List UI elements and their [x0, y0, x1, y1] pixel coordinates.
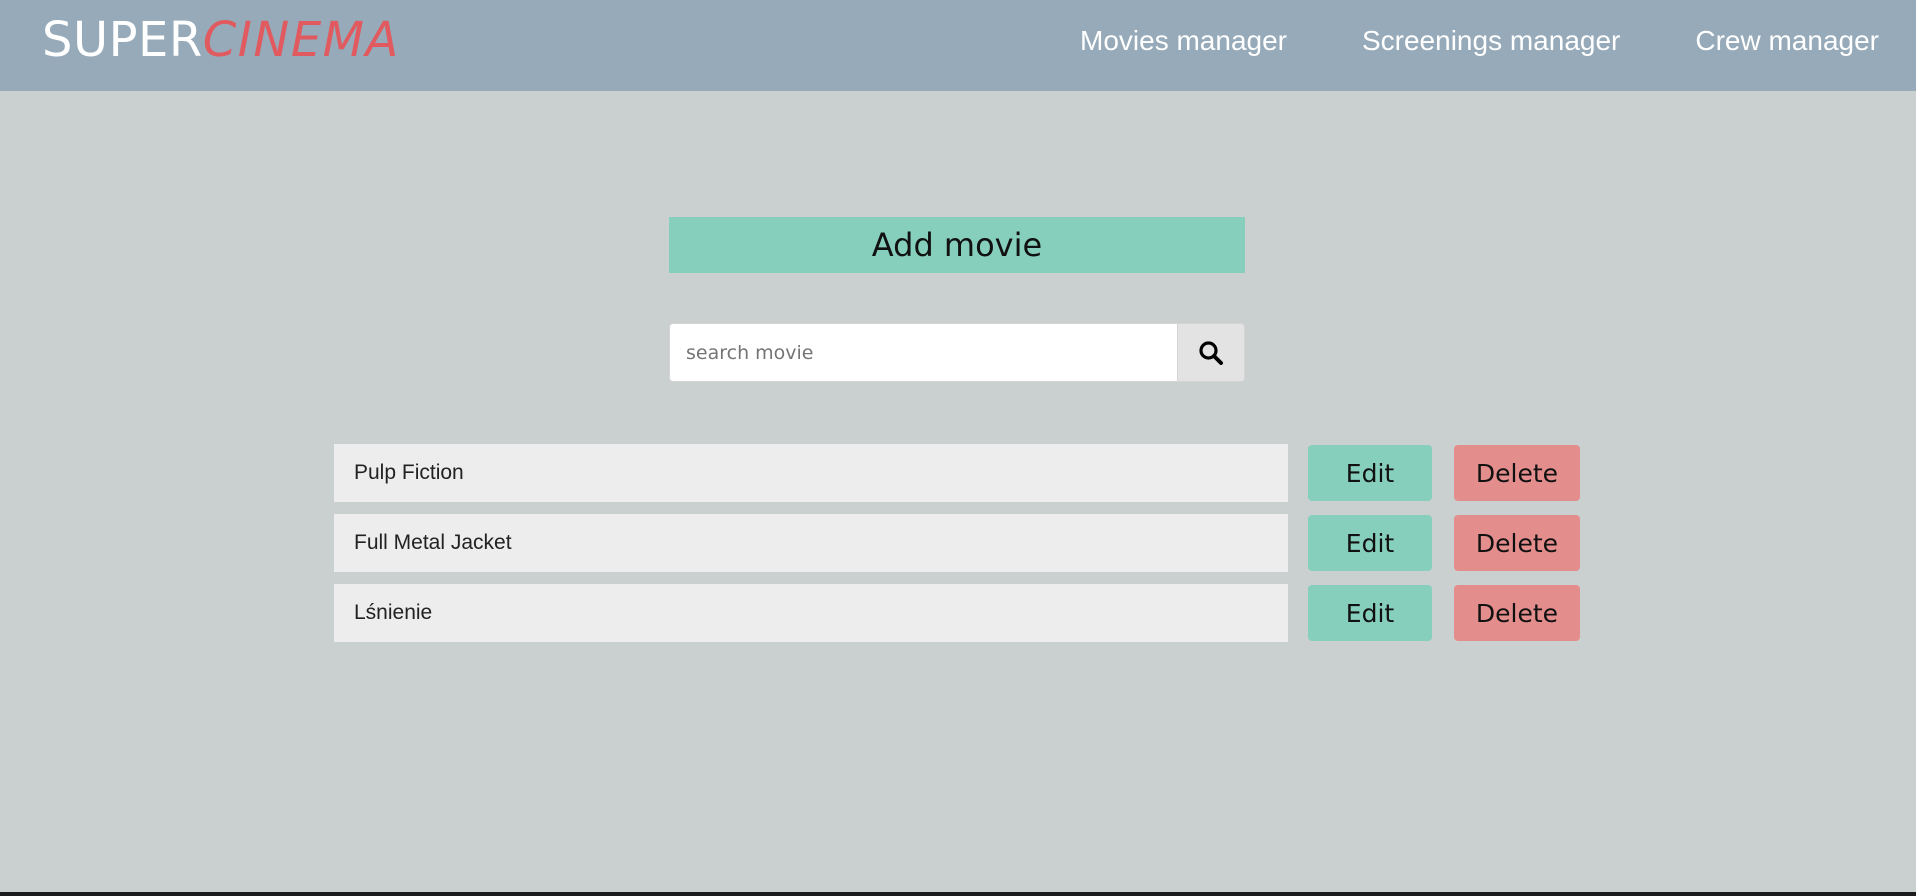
- top-navbar: SUPERCINEMA Movies manager Screenings ma…: [0, 0, 1916, 91]
- movie-row: Lśnienie Edit Delete: [334, 584, 1580, 642]
- add-movie-button[interactable]: Add movie: [669, 217, 1245, 273]
- movie-row: Pulp Fiction Edit Delete: [334, 444, 1580, 502]
- logo-text-cinema: CINEMA: [202, 12, 400, 68]
- bottom-edge-bar: [0, 892, 1916, 896]
- supercinema-logo[interactable]: SUPERCINEMA: [42, 11, 400, 69]
- movie-title: Full Metal Jacket: [334, 514, 1288, 572]
- movie-list: Pulp Fiction Edit Delete Full Metal Jack…: [334, 444, 1580, 654]
- search-button[interactable]: [1177, 323, 1245, 382]
- search-bar: [669, 323, 1245, 382]
- edit-button[interactable]: Edit: [1308, 515, 1432, 571]
- movie-title: Pulp Fiction: [334, 444, 1288, 502]
- search-movie-input[interactable]: [669, 323, 1177, 382]
- nav-crew-manager[interactable]: Crew manager: [1695, 25, 1879, 57]
- nav-screenings-manager[interactable]: Screenings manager: [1362, 25, 1620, 57]
- edit-button[interactable]: Edit: [1308, 445, 1432, 501]
- movie-row: Full Metal Jacket Edit Delete: [334, 514, 1580, 572]
- nav-links: Movies manager Screenings manager Crew m…: [1080, 0, 1879, 81]
- edit-button[interactable]: Edit: [1308, 585, 1432, 641]
- nav-movies-manager[interactable]: Movies manager: [1080, 25, 1287, 57]
- delete-button[interactable]: Delete: [1454, 445, 1580, 501]
- search-icon: [1199, 340, 1223, 365]
- logo-text-super: SUPER: [42, 12, 203, 68]
- delete-button[interactable]: Delete: [1454, 515, 1580, 571]
- delete-button[interactable]: Delete: [1454, 585, 1580, 641]
- movie-title: Lśnienie: [334, 584, 1288, 642]
